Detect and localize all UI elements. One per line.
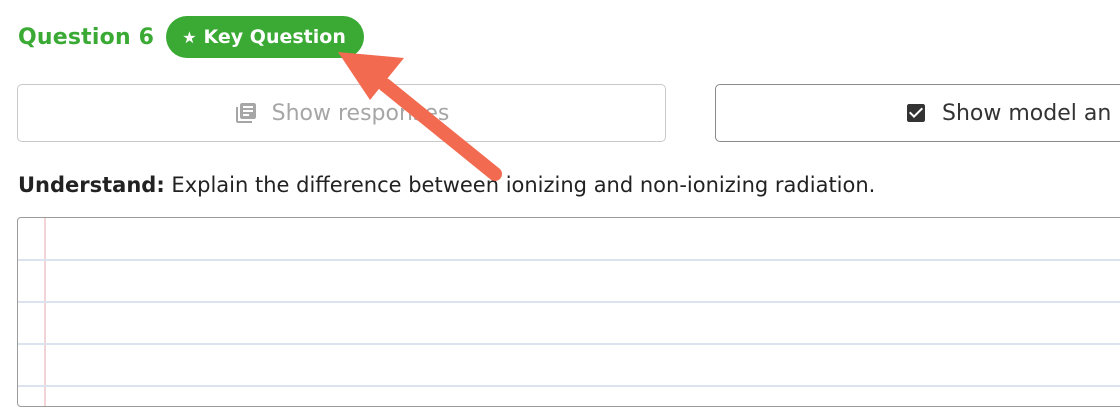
show-responses-button[interactable]: Show responses xyxy=(17,84,666,142)
question-card: Question 6 ★ Key Question Show responses… xyxy=(0,0,1120,418)
notebook-rule-line xyxy=(18,301,1120,303)
checkbox-icon xyxy=(904,101,928,125)
key-question-label: Key Question xyxy=(203,26,346,48)
question-number: Question 6 xyxy=(18,24,155,50)
list-icon xyxy=(234,101,258,125)
key-question-badge: ★ Key Question xyxy=(166,16,364,58)
prompt-text: Explain the difference between ionizing … xyxy=(171,173,876,197)
show-model-answer-label: Show model an xyxy=(942,100,1112,126)
show-responses-label: Show responses xyxy=(271,100,450,126)
notebook-rule-line xyxy=(18,385,1120,387)
star-icon: ★ xyxy=(182,27,197,47)
answer-textarea[interactable] xyxy=(17,217,1120,407)
notebook-rule-line xyxy=(18,259,1120,261)
show-model-answer-button[interactable]: Show model an xyxy=(715,84,1120,142)
notebook-rule-line xyxy=(18,343,1120,345)
question-header: Question 6 ★ Key Question xyxy=(18,16,364,58)
prompt-category-label: Understand: xyxy=(18,173,165,197)
question-prompt: Understand: Explain the difference betwe… xyxy=(18,173,875,197)
notebook-margin-line xyxy=(44,218,46,406)
